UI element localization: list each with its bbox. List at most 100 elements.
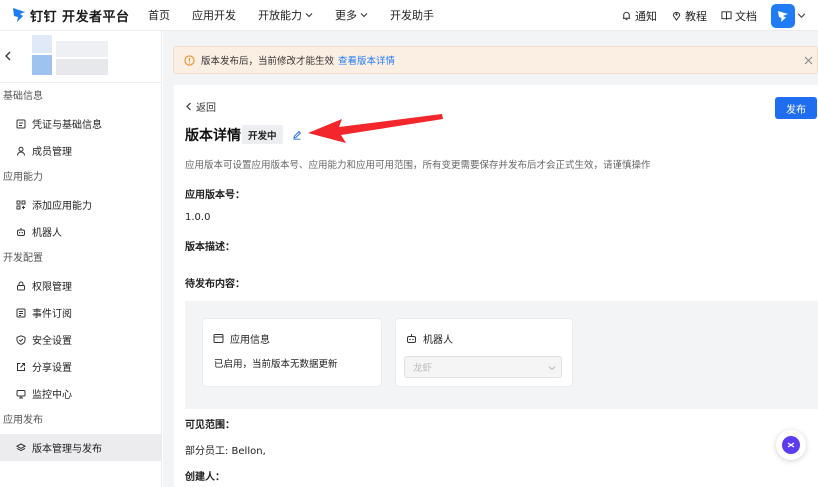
sidebar-item-add-capability[interactable]: 添加应用能力 xyxy=(0,191,161,218)
main-nav: 首页 应用开发 开放能力 更多 开发助手 xyxy=(148,7,456,23)
version-desc-label: 版本描述： xyxy=(185,242,235,253)
section-app-release: 应用发布 xyxy=(3,415,43,426)
robot-icon xyxy=(407,334,416,343)
section-basic-info: 基础信息 xyxy=(3,91,43,102)
view-version-link[interactable]: 查看版本详情 xyxy=(338,53,395,67)
dingtalk-logo-icon xyxy=(13,8,25,22)
assistant-float-button[interactable] xyxy=(776,430,806,460)
top-navbar: 钉钉 开发者平台 首页 应用开发 开放能力 更多 开发助手 通知 教程 文档 xyxy=(0,0,818,31)
sidebar-item-security[interactable]: 安全设置 xyxy=(0,326,161,353)
share-icon xyxy=(17,362,25,371)
sidebar-item-monitor[interactable]: 监控中心 xyxy=(0,380,161,407)
chevron-left-icon[interactable] xyxy=(4,51,12,61)
scope-label: 可见范围： xyxy=(185,420,235,431)
sidebar-item-label: 监控中心 xyxy=(32,390,72,401)
nav-open-capabilities-label: 开放能力 xyxy=(258,9,302,22)
pending-content-label: 待发布内容： xyxy=(185,279,245,290)
dingtalk-avatar-icon xyxy=(778,10,788,22)
docs-button[interactable]: 文档 xyxy=(721,8,757,24)
app-info-title-text: 应用信息 xyxy=(230,335,270,346)
tutorial-label: 教程 xyxy=(685,9,707,23)
page-title: 版本详情 xyxy=(185,128,241,144)
app-avatar xyxy=(32,35,110,77)
pending-content-box: 应用信息 已启用，当前版本无数据更新 机器人 龙虾 xyxy=(185,301,818,409)
app-header xyxy=(0,31,161,83)
robot-title-text: 机器人 xyxy=(423,335,453,346)
logo[interactable]: 钉钉 开发者平台 xyxy=(12,6,148,25)
shield-icon xyxy=(16,334,26,345)
assistant-icon xyxy=(782,436,800,454)
nav-dev-assistant[interactable]: 开发助手 xyxy=(390,7,434,23)
chevron-down-icon xyxy=(360,13,368,18)
chevron-down-icon[interactable] xyxy=(797,11,806,20)
back-label: 返回 xyxy=(196,103,216,114)
sidebar-item-share[interactable]: 分享设置 xyxy=(0,353,161,380)
robot-icon xyxy=(17,227,25,236)
event-icon xyxy=(16,308,26,317)
status-badge: 开发中 xyxy=(242,125,283,144)
publish-button[interactable]: 发布 xyxy=(775,97,817,119)
notify-label: 通知 xyxy=(635,9,657,23)
robot-card-title: 机器人 xyxy=(406,331,453,346)
sidebar-item-credentials[interactable]: 凭证与基础信息 xyxy=(0,110,161,137)
sidebar-item-label: 添加应用能力 xyxy=(32,201,92,212)
nav-app-dev-label: 应用开发 xyxy=(192,9,236,22)
sidebar-item-version-management[interactable]: 版本管理与发布 xyxy=(0,434,161,461)
layers-icon xyxy=(16,442,26,451)
window-icon xyxy=(213,334,224,343)
sidebar-item-permissions[interactable]: 权限管理 xyxy=(0,272,161,299)
robot-card: 机器人 龙虾 xyxy=(395,318,573,387)
sidebar-item-label: 权限管理 xyxy=(32,282,72,293)
docs-label: 文档 xyxy=(735,9,757,23)
info-circle-icon xyxy=(184,54,195,66)
nav-app-dev[interactable]: 应用开发 xyxy=(192,7,236,23)
edit-pencil-icon[interactable] xyxy=(292,130,302,140)
sidebar: 基础信息 凭证与基础信息 成员管理 应用能力 添加应用能力 机器人 开发配置 权… xyxy=(0,31,162,487)
sidebar-item-label: 安全设置 xyxy=(32,336,72,347)
sidebar-item-robot[interactable]: 机器人 xyxy=(0,218,161,245)
robot-select[interactable]: 龙虾 xyxy=(404,356,562,378)
sidebar-item-label: 成员管理 xyxy=(32,147,72,158)
nav-open-capabilities[interactable]: 开放能力 xyxy=(258,7,313,23)
sidebar-item-members[interactable]: 成员管理 xyxy=(0,137,161,164)
scope-value: 部分员工: Bellon, xyxy=(185,446,266,457)
bell-icon xyxy=(622,11,631,21)
logo-text: 钉钉 开发者平台 xyxy=(30,9,130,25)
chat-bot-icon xyxy=(787,442,795,448)
version-detail-panel: 返回 发布 版本详情 开发中 应用版本可设置应用版本号、应用能力和应用可用范围，… xyxy=(174,85,818,487)
sidebar-item-label: 分享设置 xyxy=(32,363,72,374)
credential-icon xyxy=(16,119,26,128)
page-description: 应用版本可设置应用版本号、应用能力和应用可用范围，所有变更需要保存并发布后才会正… xyxy=(185,160,651,171)
nav-more-label: 更多 xyxy=(335,9,357,22)
user-icon xyxy=(17,146,25,156)
app-info-card-text: 已启用，当前版本无数据更新 xyxy=(214,359,338,370)
section-app-capabilities: 应用能力 xyxy=(3,172,43,183)
sidebar-item-events[interactable]: 事件订阅 xyxy=(0,299,161,326)
chevron-down-icon xyxy=(548,366,556,371)
sidebar-item-label: 版本管理与发布 xyxy=(32,444,102,455)
main-content: 版本发布后，当前修改才能生效 查看版本详情 返回 发布 版本详情 开发中 应用版… xyxy=(163,31,818,487)
nav-more[interactable]: 更多 xyxy=(335,7,368,23)
tutorial-button[interactable]: 教程 xyxy=(671,8,707,24)
avatar[interactable] xyxy=(771,3,795,28)
section-dev-config: 开发配置 xyxy=(3,253,43,264)
version-number-value: 1.0.0 xyxy=(185,212,211,223)
chevron-left-icon xyxy=(186,102,191,111)
version-number-label: 应用版本号： xyxy=(185,190,245,201)
header-tools: 通知 教程 文档 xyxy=(621,0,818,31)
nav-home[interactable]: 首页 xyxy=(148,7,170,23)
nav-dev-assistant-label: 开发助手 xyxy=(390,9,434,22)
chevron-down-icon xyxy=(305,13,313,18)
notice-banner: 版本发布后，当前修改才能生效 查看版本详情 xyxy=(173,46,818,74)
sidebar-item-label: 机器人 xyxy=(32,228,62,239)
sidebar-item-label: 事件订阅 xyxy=(32,309,72,320)
location-bulb-icon xyxy=(672,11,681,21)
app-info-card-title: 应用信息 xyxy=(213,331,270,346)
close-icon[interactable] xyxy=(804,56,813,65)
notify-button[interactable]: 通知 xyxy=(621,8,657,24)
nav-home-label: 首页 xyxy=(148,9,170,22)
app-info-card[interactable]: 应用信息 已启用，当前版本无数据更新 xyxy=(202,318,382,387)
robot-select-value: 龙虾 xyxy=(413,363,433,374)
book-icon xyxy=(721,11,732,20)
back-button[interactable]: 返回 xyxy=(185,99,216,114)
